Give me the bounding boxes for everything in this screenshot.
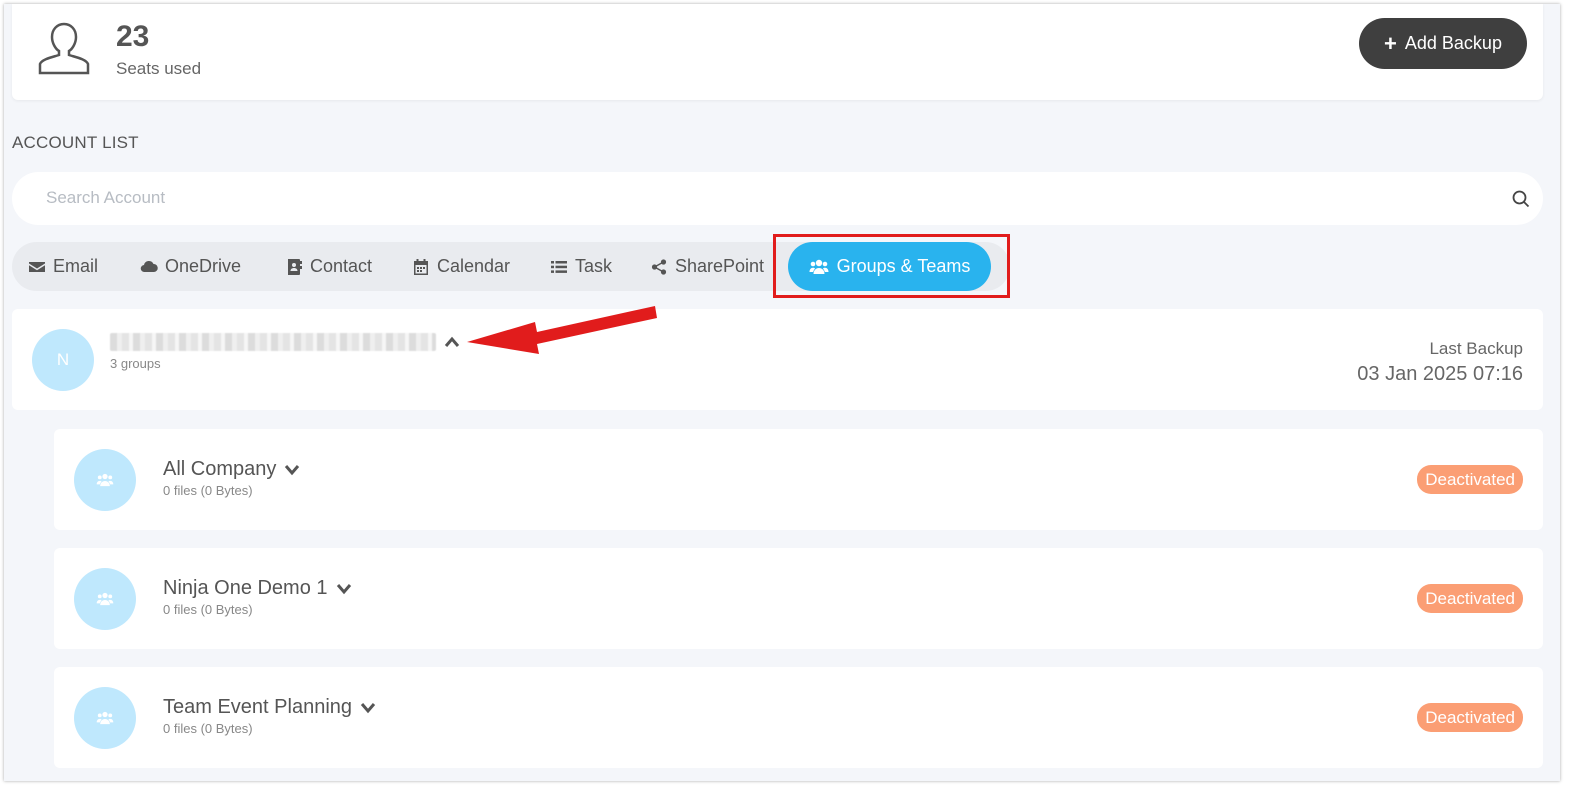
status-badge: Deactivated <box>1417 584 1523 613</box>
seats-label: Seats used <box>116 59 202 78</box>
app-frame: 23 Seats used + Add Backup ACCOUNT LIST … <box>4 4 1560 781</box>
users-icon <box>96 592 114 606</box>
group-name[interactable]: All Company <box>163 458 300 481</box>
users-icon <box>96 711 114 725</box>
add-backup-button[interactable]: + Add Backup <box>1359 18 1527 69</box>
group-avatar <box>74 568 136 630</box>
seats-count: 23 <box>116 20 150 53</box>
group-name-label: All Company <box>163 458 277 480</box>
tab-calendar-label: Calendar <box>437 256 511 276</box>
tab-groups-teams-label: Groups & Teams <box>836 256 971 276</box>
group-name-label: Team Event Planning <box>163 696 353 718</box>
tab-task[interactable]: Task <box>550 242 612 291</box>
tab-contact[interactable]: Contact <box>285 242 372 291</box>
cloud-icon <box>140 260 158 272</box>
account-email-redacted <box>110 333 436 351</box>
tab-email[interactable]: Email <box>28 242 98 291</box>
chevron-down-icon[interactable] <box>284 463 300 477</box>
users-icon <box>809 259 829 274</box>
list-icon <box>551 260 567 273</box>
chevron-up-icon[interactable] <box>444 334 460 350</box>
tab-task-label: Task <box>575 256 613 276</box>
search-bar <box>12 172 1543 225</box>
group-card[interactable]: Team Event Planning 0 files (0 Bytes) De… <box>54 667 1543 768</box>
account-avatar: N <box>32 329 94 391</box>
address-book-icon <box>288 258 302 275</box>
group-avatar <box>74 687 136 749</box>
group-avatar <box>74 449 136 511</box>
group-file-count: 0 files (0 Bytes) <box>163 602 253 617</box>
user-icon <box>38 22 90 75</box>
envelope-icon <box>29 261 45 272</box>
group-file-count: 0 files (0 Bytes) <box>163 483 253 498</box>
search-input[interactable] <box>46 186 1446 210</box>
account-card[interactable]: N 3 groups Last Backup 03 Jan 2025 07:16 <box>12 309 1543 410</box>
account-list-title: ACCOUNT LIST <box>12 133 139 152</box>
users-icon <box>96 473 114 487</box>
chevron-down-icon[interactable] <box>360 701 376 715</box>
group-file-count: 0 files (0 Bytes) <box>163 721 253 736</box>
last-backup-label: Last Backup <box>1429 339 1523 358</box>
tab-sharepoint-label: SharePoint <box>675 256 765 276</box>
groups-count: 3 groups <box>110 356 161 371</box>
status-badge: Deactivated <box>1417 703 1523 732</box>
last-backup-date: 03 Jan 2025 07:16 <box>1357 363 1523 385</box>
tab-contact-label: Contact <box>310 256 373 276</box>
status-badge: Deactivated <box>1417 465 1523 494</box>
tab-onedrive-label: OneDrive <box>165 256 242 276</box>
tab-groups-teams[interactable]: Groups & Teams <box>788 242 991 291</box>
service-tabs: Email OneDrive Contact Calendar Task Sha… <box>12 242 1010 291</box>
seats-card: 23 Seats used + Add Backup <box>12 4 1543 100</box>
group-card[interactable]: All Company 0 files (0 Bytes) Deactivate… <box>54 429 1543 530</box>
tab-onedrive[interactable]: OneDrive <box>140 242 241 291</box>
tab-calendar[interactable]: Calendar <box>412 242 510 291</box>
add-backup-label: Add Backup <box>1404 33 1502 53</box>
chevron-down-icon[interactable] <box>336 582 352 596</box>
tab-email-label: Email <box>53 256 99 276</box>
group-name-label: Ninja One Demo 1 <box>163 577 328 599</box>
share-icon <box>651 258 667 275</box>
group-name[interactable]: Ninja One Demo 1 <box>163 577 352 600</box>
group-card[interactable]: Ninja One Demo 1 0 files (0 Bytes) Deact… <box>54 548 1543 649</box>
search-icon[interactable] <box>1512 190 1530 208</box>
calendar-icon <box>414 258 428 275</box>
tab-sharepoint[interactable]: SharePoint <box>650 242 764 291</box>
plus-icon: + <box>1384 30 1397 56</box>
group-name[interactable]: Team Event Planning <box>163 696 376 719</box>
